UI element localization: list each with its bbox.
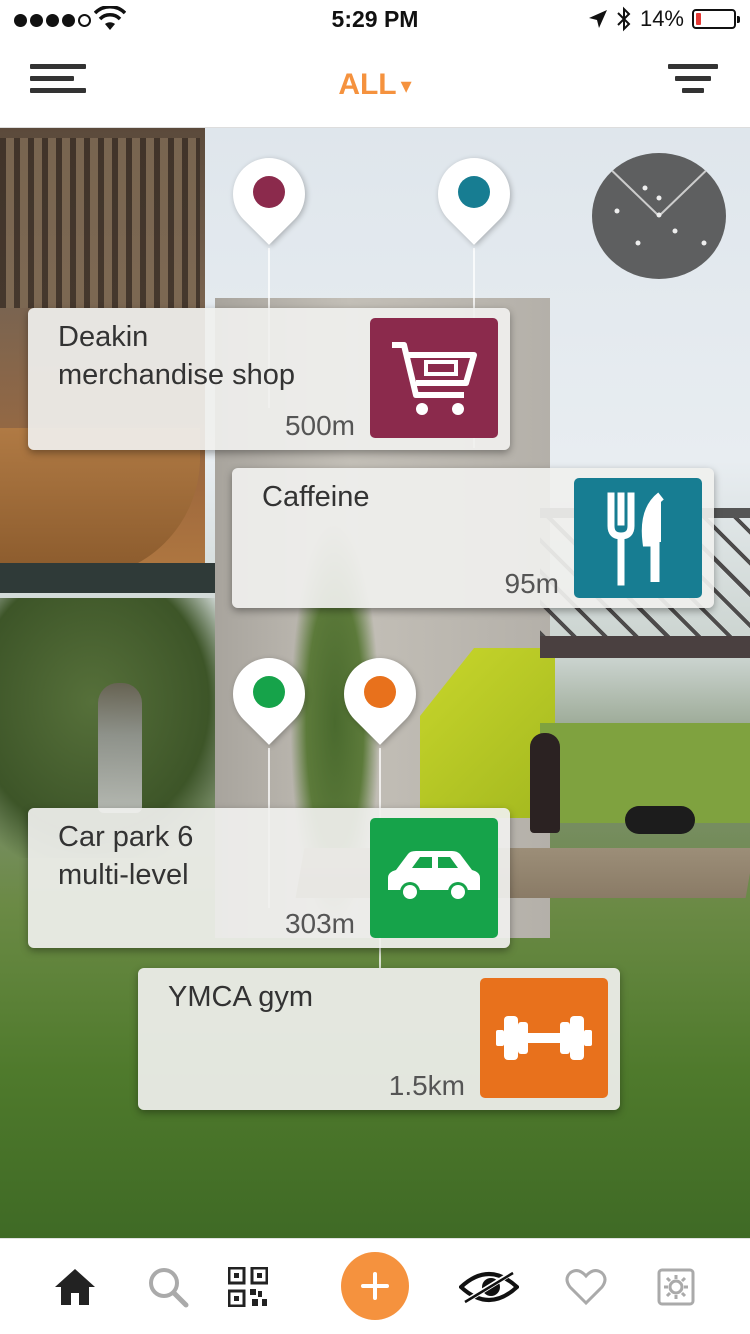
add-icon [361, 1272, 389, 1300]
qr-code-icon[interactable] [220, 1259, 276, 1315]
battery-icon [692, 9, 740, 29]
search-icon[interactable] [140, 1259, 196, 1315]
battery-percent: 14% [639, 6, 684, 31]
poi-name: Deakin [58, 321, 149, 353]
map-pin-shop[interactable] [218, 143, 320, 408]
map-pin-cafe[interactable] [423, 143, 525, 448]
category-title: ALL [338, 68, 397, 101]
shopping-cart-icon [370, 318, 498, 438]
poi-card-cafe[interactable]: Caffeine 95m [232, 468, 714, 608]
car-icon [370, 818, 498, 938]
poi-card-gym[interactable]: YMCA gym 1.5km [138, 968, 620, 1110]
tab-bar [0, 1238, 750, 1334]
fork-knife-icon [574, 478, 702, 598]
poi-name: YMCA gym [168, 981, 314, 1013]
settings-icon[interactable] [648, 1259, 704, 1315]
poi-name: Car park 6 [58, 821, 194, 853]
poi-distance: 500m [284, 410, 355, 441]
poi-name-line2: multi-level [58, 859, 189, 891]
poi-name-line2: merchandise shop [58, 359, 295, 391]
status-bar: 5:29 PM 14% [0, 0, 750, 40]
dumbbell-icon [480, 978, 608, 1098]
category-selector[interactable]: ALL ▾ [0, 68, 750, 102]
add-button[interactable] [341, 1252, 409, 1320]
poi-card-car-park[interactable]: Car park 6 multi-level 303m [28, 808, 510, 948]
poi-distance: 303m [284, 908, 355, 939]
poi-distance: 95m [504, 568, 559, 599]
map-pin-car-park[interactable] [218, 643, 320, 908]
poi-distance: 1.5km [388, 1070, 465, 1101]
bluetooth-icon [617, 6, 631, 32]
chevron-down-icon: ▾ [400, 73, 412, 99]
ar-camera-view[interactable]: Deakin merchandise shop 500m Caffeine 95… [0, 128, 750, 1238]
heart-icon[interactable] [558, 1259, 614, 1315]
filter-icon[interactable] [668, 64, 720, 104]
map-pin-gym[interactable] [329, 643, 431, 968]
location-arrow-icon [588, 10, 607, 28]
poi-card-shop[interactable]: Deakin merchandise shop 500m [28, 308, 510, 450]
poi-name: Caffeine [262, 481, 370, 513]
ar-eye-icon[interactable] [458, 1259, 520, 1315]
radar-compass[interactable] [592, 153, 726, 279]
home-icon[interactable] [47, 1259, 103, 1315]
navigation-bar: ALL ▾ [0, 40, 750, 128]
